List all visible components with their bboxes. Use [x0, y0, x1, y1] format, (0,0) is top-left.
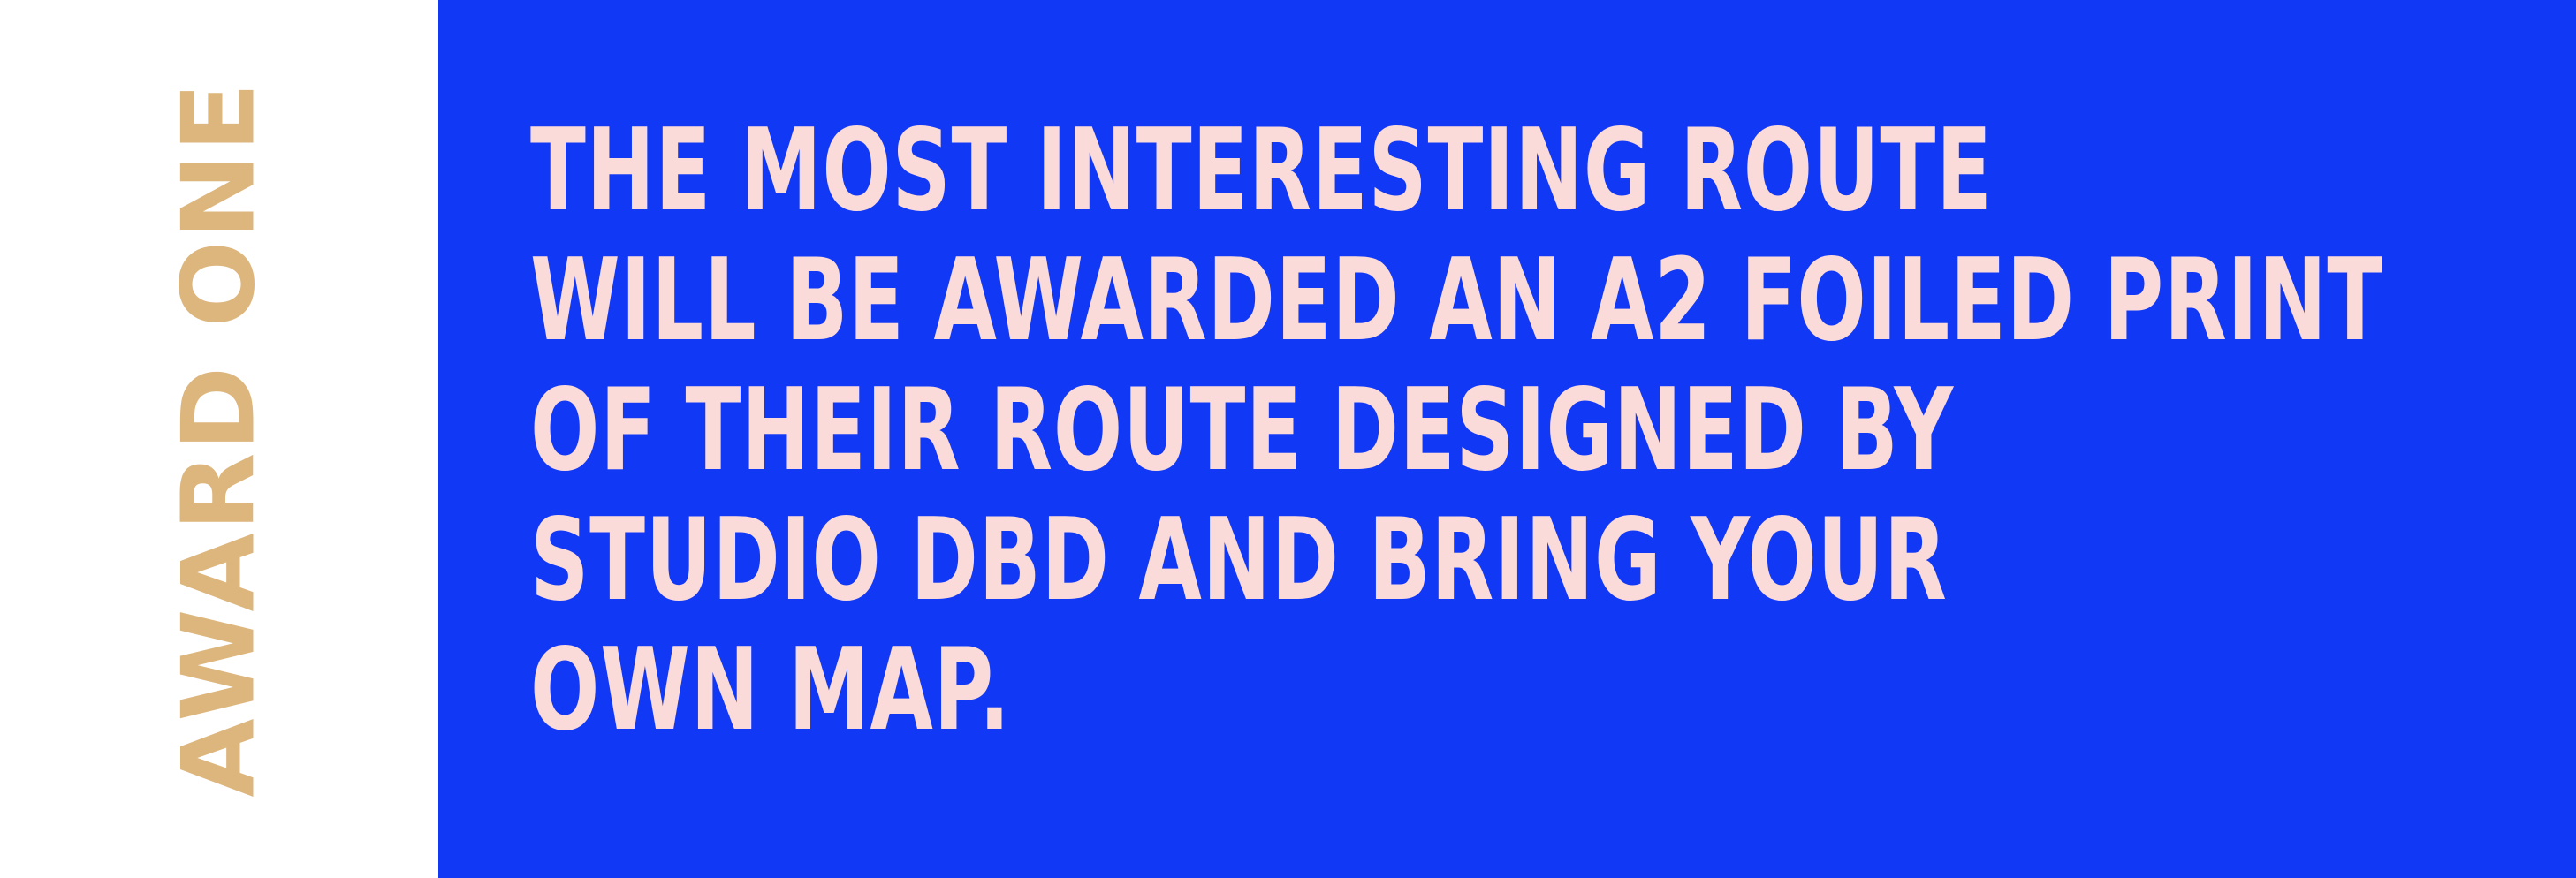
- description-line-3: OF THEIR ROUTE DESIGNED BY: [530, 365, 1954, 496]
- award-label: AWARD ONE: [161, 80, 277, 797]
- award-description: THE MOST INTERESTING ROUTE WILL BE AWARD…: [530, 106, 2576, 755]
- description-line-2: WILL BE AWARDED AN A2 FOILED PRINT: [530, 235, 2383, 367]
- description-line-4: STUDIO DBD AND BRING YOUR: [530, 495, 1948, 626]
- award-label-text: AWARD ONE: [160, 80, 277, 798]
- description-line-5: OWN MAP.: [530, 624, 1011, 756]
- description-line-1: THE MOST INTERESTING ROUTE: [530, 105, 1993, 237]
